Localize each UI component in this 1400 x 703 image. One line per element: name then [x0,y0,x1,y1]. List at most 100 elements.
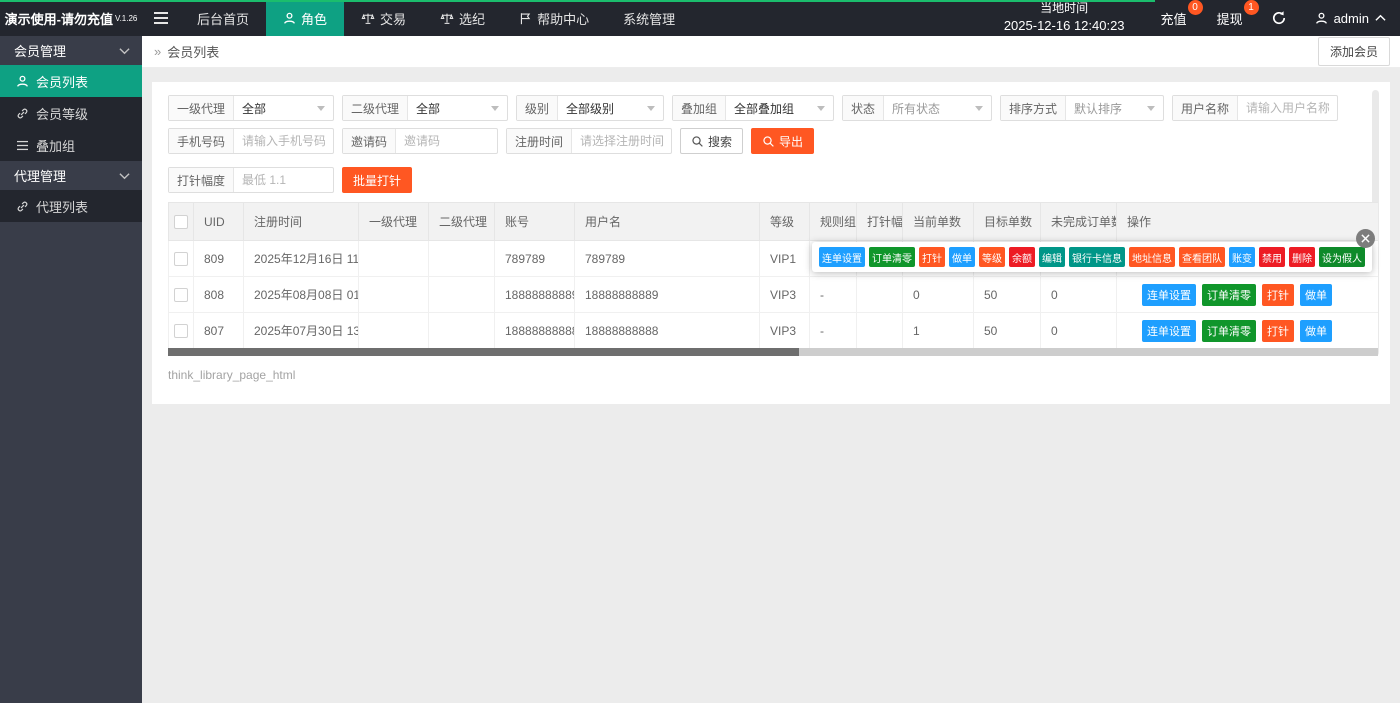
filter-username: 用户名称 [1172,95,1338,121]
add-member-button[interactable]: 添加会员 [1318,37,1390,66]
table-header-row: UID 注册时间 一级代理 二级代理 账号 用户名 等级 规则组 打针幅度 当前… [169,203,1379,241]
action-chain-order-settings[interactable]: 连单设置 [1142,284,1196,306]
local-time: 当地时间 2025-12-16 12:40:23 [1004,0,1125,36]
chevron-down-icon [119,172,130,180]
select-all-checkbox[interactable] [174,215,188,229]
popup-action-bank-info[interactable]: 银行卡信息 [1069,247,1125,267]
action-make-order[interactable]: 做单 [1300,284,1332,306]
filter-row-2: 手机号码 邀请码 注册时间 搜索 导出 [168,128,1360,154]
register-time-input[interactable] [572,129,671,153]
nav-item-roles[interactable]: 角色 [266,0,344,36]
scales-icon [440,12,454,25]
popup-action-balance[interactable]: 余额 [1009,247,1035,267]
withdraw-button[interactable]: 提现 1 [1217,9,1243,28]
close-icon [1361,234,1370,243]
filter-agent-level1[interactable]: 一级代理 全部 [168,95,334,121]
search-icon [762,135,775,148]
user-menu[interactable]: admin [1305,11,1386,26]
member-table: UID 注册时间 一级代理 二级代理 账号 用户名 等级 规则组 打针幅度 当前… [168,202,1378,348]
popup-action-order-reset[interactable]: 订单清零 [869,247,915,267]
sidebar-group-agent-management[interactable]: 代理管理 [0,161,142,190]
col-actions: 操作 [1117,203,1379,241]
col-register-time: 注册时间 [244,203,359,241]
filter-sort-order[interactable]: 排序方式 默认排序 [1000,95,1164,121]
table-row: 807 2025年07月30日 13:51:27 18888888888 188… [169,313,1379,349]
popup-action-address-info[interactable]: 地址信息 [1129,247,1175,267]
invite-code-input[interactable] [396,129,497,153]
action-order-reset[interactable]: 订单清零 [1202,284,1256,306]
filter-agent-level2[interactable]: 二级代理 全部 [342,95,508,121]
row-actions-popup: 连单设置 订单清零 打针 做单 等级 余额 编辑 银行卡信息 地址信息 查看团队… [812,242,1372,272]
breadcrumb-caret: » [154,44,161,59]
action-make-order[interactable]: 做单 [1300,320,1332,342]
row-checkbox[interactable] [174,288,188,302]
nav-item-select[interactable]: 选纪 [423,0,502,36]
filter-status[interactable]: 状态 所有状态 [842,95,992,121]
withdraw-badge: 1 [1244,0,1259,15]
local-time-value: 2025-12-16 12:40:23 [1004,17,1125,36]
batch-needle-button[interactable]: 批量打针 [342,167,412,193]
popup-close-button[interactable] [1356,229,1375,248]
needle-range-input[interactable] [234,168,333,192]
sidebar-group-member-management[interactable]: 会员管理 [0,36,142,65]
list-icon [16,140,29,151]
nav-item-system[interactable]: 系统管理 [606,0,692,36]
chevron-down-icon [119,47,130,55]
link-icon [16,107,29,120]
top-menu: 后台首页 角色 交易 选纪 帮助中心 系统管理 [180,0,692,36]
hamburger-icon [153,11,169,25]
username-input[interactable] [1238,96,1337,120]
filter-level[interactable]: 级别 全部级别 [516,95,664,121]
popup-action-make-order[interactable]: 做单 [949,247,975,267]
link-icon [16,200,29,213]
nav-item-dashboard[interactable]: 后台首页 [180,0,266,36]
action-inject[interactable]: 打针 [1262,320,1294,342]
action-chain-order-settings[interactable]: 连单设置 [1142,320,1196,342]
person-icon [1315,12,1328,25]
search-button[interactable]: 搜索 [680,128,743,154]
popup-action-delete[interactable]: 删除 [1289,247,1315,267]
phone-input[interactable] [234,129,333,153]
col-agent1: 一级代理 [359,203,429,241]
row-checkbox[interactable] [174,252,188,266]
filter-needle-range: 打针幅度 [168,167,334,193]
export-button[interactable]: 导出 [751,128,814,154]
filter-stack-group[interactable]: 叠加组 全部叠加组 [672,95,834,121]
sidebar-toggle-button[interactable] [142,0,180,36]
filter-row-3: 打针幅度 批量打针 [168,167,1360,193]
popup-action-inject[interactable]: 打针 [919,247,945,267]
recharge-button[interactable]: 充值 0 [1161,9,1187,28]
sidebar-item-member-level[interactable]: 会员等级 [0,97,142,129]
navbar-right: 当地时间 2025-12-16 12:40:23 充值 0 提现 1 admin [1004,0,1400,36]
top-navbar: 演示使用-请勿充值V.1.26 后台首页 角色 交易 选纪 帮助中心 系统管理 … [0,0,1400,36]
col-current-orders: 当前单数 [903,203,974,241]
col-needle-range: 打针幅度 [857,203,903,241]
popup-action-account-change[interactable]: 账变 [1229,247,1255,267]
action-inject[interactable]: 打针 [1262,284,1294,306]
popup-action-view-team[interactable]: 查看团队 [1179,247,1225,267]
username-label: admin [1334,11,1369,26]
horizontal-scrollbar[interactable] [168,348,1378,356]
popup-action-chain-order-settings[interactable]: 连单设置 [819,247,865,267]
nav-item-help-center[interactable]: 帮助中心 [502,0,606,36]
refresh-button[interactable] [1271,10,1287,26]
nav-item-trade[interactable]: 交易 [344,0,423,36]
chevron-down-icon [1147,106,1155,111]
scrollbar-thumb[interactable] [168,348,799,356]
chevron-down-icon [491,106,499,111]
popup-action-set-fake[interactable]: 设为假人 [1319,247,1365,267]
filter-row-1: 一级代理 全部 二级代理 全部 级别 全部级别 叠加组 全部叠加组 状态 所有状… [168,95,1360,121]
popup-action-level[interactable]: 等级 [979,247,1005,267]
col-account: 账号 [495,203,575,241]
person-icon [283,12,296,25]
filter-invite-code: 邀请码 [342,128,498,154]
sidebar-item-member-list[interactable]: 会员列表 [0,65,142,97]
popup-action-disable[interactable]: 禁用 [1259,247,1285,267]
sidebar-item-agent-list[interactable]: 代理列表 [0,190,142,222]
col-target-orders: 目标单数 [974,203,1041,241]
popup-action-edit[interactable]: 编辑 [1039,247,1065,267]
action-order-reset[interactable]: 订单清零 [1202,320,1256,342]
row-checkbox[interactable] [174,324,188,338]
sidebar-item-stack-group[interactable]: 叠加组 [0,129,142,161]
recharge-badge: 0 [1188,0,1203,15]
